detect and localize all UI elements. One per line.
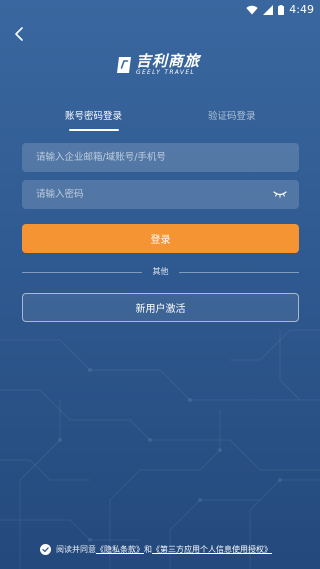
status-icons: 4:49 — [246, 2, 314, 18]
tab-verification-code-login[interactable]: 验证码登录 — [208, 110, 256, 124]
password-input[interactable] — [22, 180, 299, 209]
background-circuit-pattern — [0, 329, 320, 569]
agreement-check-icon[interactable] — [40, 543, 51, 555]
password-field[interactable] — [22, 180, 299, 209]
logo-english-text: GEELY TRAVEL — [136, 69, 196, 76]
status-time: 4:49 — [289, 3, 314, 16]
agreement-row: 阅读并同意 《隐私条款》 和 《第三方应用个人信息使用授权》 — [40, 542, 272, 556]
wifi-icon — [246, 5, 258, 15]
account-field[interactable] — [22, 143, 299, 172]
status-bar: 4:49 — [0, 0, 320, 20]
divider-line-right — [179, 272, 299, 273]
signal-icon — [263, 5, 274, 15]
other-options-divider: 其他 — [22, 266, 299, 278]
battery-icon — [278, 5, 285, 15]
eye-closed-icon[interactable] — [273, 189, 287, 199]
login-button[interactable]: 登录 — [22, 224, 299, 253]
back-arrow-icon[interactable] — [10, 24, 30, 44]
logo-chinese-text: 吉利商旅 — [136, 52, 201, 70]
third-party-authorization-link[interactable]: 《第三方应用个人信息使用授权》 — [152, 544, 272, 555]
login-method-tabs: 账号密码登录 验证码登录 — [22, 110, 300, 134]
agreement-conjunction: 和 — [144, 544, 152, 554]
logo-mark-icon — [117, 57, 131, 73]
agreement-prefix: 阅读并同意 — [56, 544, 96, 554]
new-user-activation-button[interactable]: 新用户激活 — [22, 293, 299, 322]
tab-account-password-login[interactable]: 账号密码登录 — [65, 110, 122, 124]
privacy-terms-link[interactable]: 《隐私条款》 — [96, 544, 144, 555]
geely-travel-logo: 吉利商旅 GEELY TRAVEL — [116, 53, 208, 77]
active-tab-indicator — [69, 129, 119, 131]
account-input[interactable] — [22, 143, 299, 172]
